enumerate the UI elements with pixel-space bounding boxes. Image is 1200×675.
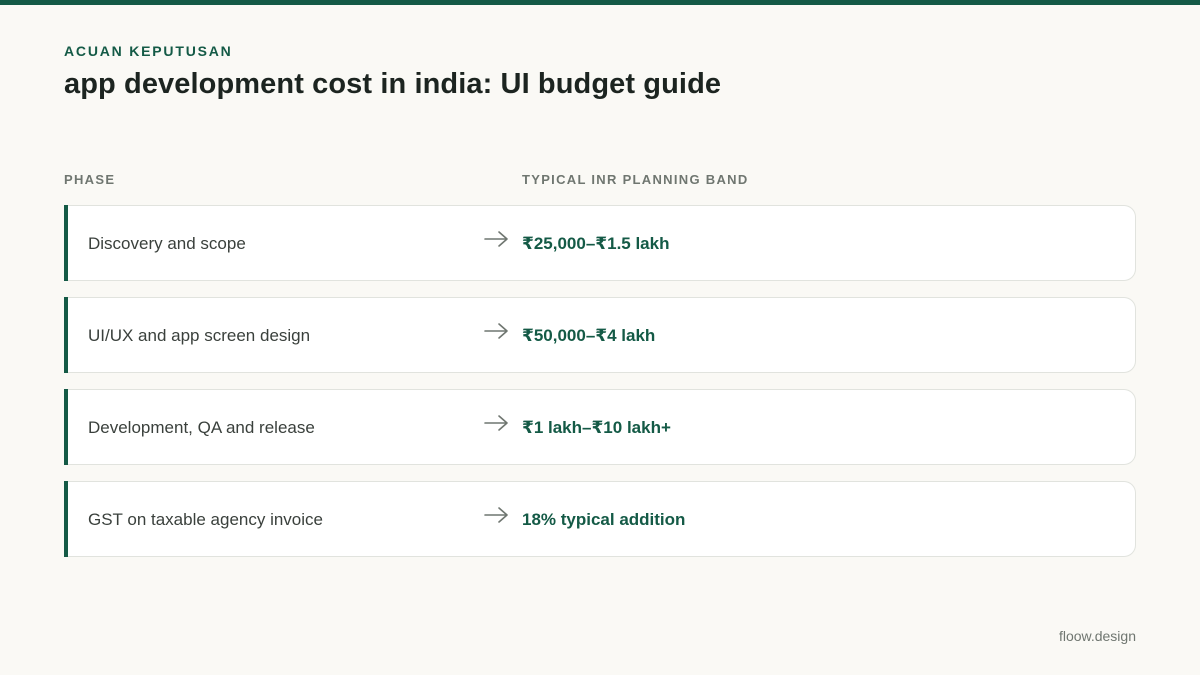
arrow-right-icon — [484, 231, 508, 247]
phase-label: UI/UX and app screen design — [88, 326, 311, 345]
arrow-right-icon — [484, 415, 508, 431]
eyebrow-label: ACUAN KEPUTUSAN — [64, 43, 233, 59]
page-title: app development cost in india: UI budget… — [64, 68, 722, 100]
arrow-right-icon — [484, 507, 508, 523]
table-row: GST on taxable agency invoice 18% typica… — [64, 481, 1136, 557]
column-header-band: TYPICAL INR PLANNING BAND — [522, 172, 749, 187]
band-value: ₹1 lakh–₹10 lakh+ — [522, 418, 671, 437]
column-header-phase: PHASE — [64, 172, 116, 187]
phase-label: GST on taxable agency invoice — [88, 510, 323, 529]
phase-label: Discovery and scope — [88, 234, 246, 253]
table-row: Development, QA and release ₹1 lakh–₹10 … — [64, 389, 1136, 465]
band-value: 18% typical addition — [522, 510, 686, 529]
brand-footer: floow.design — [1058, 628, 1136, 644]
arrow-right-icon — [484, 323, 508, 339]
top-accent-bar — [0, 0, 1200, 5]
band-value: ₹50,000–₹4 lakh — [522, 326, 656, 345]
table-row: Discovery and scope ₹25,000–₹1.5 lakh — [64, 205, 1136, 281]
cost-table: Discovery and scope ₹25,000–₹1.5 lakh UI… — [64, 205, 1136, 573]
table-row: UI/UX and app screen design ₹50,000–₹4 l… — [64, 297, 1136, 373]
phase-label: Development, QA and release — [88, 418, 315, 437]
band-value: ₹25,000–₹1.5 lakh — [522, 234, 670, 253]
